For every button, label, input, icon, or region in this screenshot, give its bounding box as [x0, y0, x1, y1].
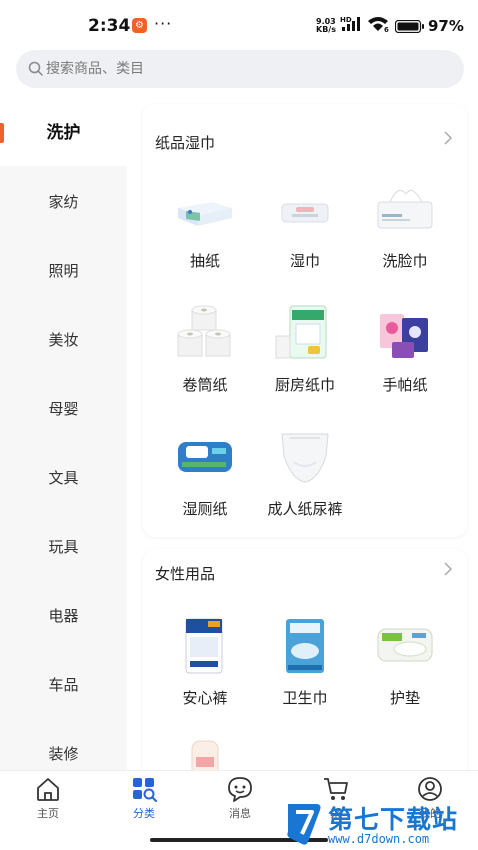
handkerchief-paper-image	[380, 314, 428, 358]
message-icon	[228, 777, 252, 802]
product-label: 卫生巾	[282, 689, 328, 707]
section-title: 女性用品	[155, 565, 216, 583]
chevron-right-icon[interactable]	[443, 561, 453, 577]
product-partial-image	[191, 740, 219, 770]
product-item-handkerchief[interactable]: 手帕纸	[355, 300, 455, 395]
product-label: 成人纸尿裤	[267, 500, 343, 518]
product-label: 安心裤	[182, 689, 228, 707]
sidebar-item-beauty[interactable]: 美妆	[0, 307, 127, 373]
category-sidebar: 洗护 家纺 照明 美妆 母婴 文具 玩具 电器 车品 装修	[0, 100, 127, 770]
wet-toilet-paper-image	[178, 442, 232, 472]
product-item-toilet-roll[interactable]: 卷筒纸	[155, 300, 255, 395]
signal-icon	[342, 17, 360, 31]
product-item-wet-wipes[interactable]: 湿巾	[255, 176, 355, 271]
sidebar-item-baby[interactable]: 母婴	[0, 376, 127, 442]
home-icon	[37, 778, 59, 801]
kitchen-paper-image	[275, 305, 327, 359]
product-label: 厨房纸巾	[274, 376, 335, 394]
battery-icon	[395, 20, 424, 33]
product-item-partial[interactable]	[155, 735, 255, 770]
tab-label: 主页	[37, 807, 59, 820]
product-item-kitchen-paper[interactable]: 厨房纸巾	[255, 300, 355, 395]
sidebar-item-lighting[interactable]: 照明	[0, 238, 127, 304]
product-label: 湿巾	[289, 252, 320, 270]
section-card-paper-wipes: 纸品湿巾 抽纸 湿巾 洗脸巾 卷筒纸 厨房纸巾 手帕纸 湿厕纸 成人纸尿裤	[143, 104, 467, 537]
toilet-roll-image	[177, 305, 231, 357]
sidebar-item-washcare[interactable]: 洗护	[0, 100, 127, 166]
product-label: 湿厕纸	[182, 500, 228, 518]
adult-diaper-image	[281, 433, 329, 483]
panty-liner-image	[377, 628, 433, 662]
wet-wipes-image	[281, 203, 329, 223]
product-item-sanitary-pad[interactable]: 卫生巾	[255, 613, 355, 708]
chevron-right-icon[interactable]	[443, 130, 453, 146]
product-label: 卷筒纸	[182, 376, 228, 394]
search-bar[interactable]	[16, 50, 464, 88]
product-item-adult-diaper[interactable]: 成人纸尿裤	[255, 424, 355, 519]
watermark-url: www.d7down.com	[328, 832, 430, 846]
clock: 2:34	[88, 16, 131, 36]
status-bar: 2:34 ⚙ ··· 9.03 KB/s HD 6 97%	[0, 0, 478, 46]
watermark-logo-icon	[287, 804, 321, 845]
network-speed: 9.03 KB/s	[316, 18, 336, 34]
watermark-title: 第七下载站	[328, 805, 459, 834]
wifi-generation: 6	[384, 26, 389, 34]
product-label: 抽纸	[189, 252, 220, 270]
safety-pants-image	[185, 618, 223, 674]
category-icon	[133, 778, 157, 802]
search-input[interactable]	[46, 50, 446, 88]
more-notifications-icon: ···	[154, 14, 173, 33]
product-item-panty-liner[interactable]: 护垫	[355, 613, 455, 708]
search-icon	[28, 61, 43, 76]
section-title: 纸品湿巾	[155, 134, 216, 152]
app-notification-icon: ⚙	[132, 18, 147, 33]
tab-home[interactable]: 主页	[0, 775, 96, 821]
category-content: 纸品湿巾 抽纸 湿巾 洗脸巾 卷筒纸 厨房纸巾 手帕纸 湿厕纸 成人纸尿裤 女性…	[127, 100, 478, 770]
product-label: 手帕纸	[382, 376, 428, 394]
sanitary-pad-image	[286, 619, 324, 673]
product-item-safety-pants[interactable]: 安心裤	[155, 613, 255, 708]
product-label: 护垫	[389, 689, 420, 707]
product-item-face-towel[interactable]: 洗脸巾	[355, 176, 455, 271]
sidebar-item-car[interactable]: 车品	[0, 652, 127, 718]
sidebar-item-appliances[interactable]: 电器	[0, 583, 127, 649]
tab-label: 消息	[229, 807, 251, 820]
watermark: 第七下载站 www.d7down.com	[286, 796, 476, 850]
tab-label: 分类	[133, 807, 155, 820]
product-label: 洗脸巾	[382, 252, 428, 270]
sidebar-item-textiles[interactable]: 家纺	[0, 169, 127, 235]
battery-level: 97%	[428, 17, 464, 35]
tab-category[interactable]: 分类	[96, 775, 192, 821]
network-speed-unit: KB/s	[316, 25, 336, 34]
sidebar-item-toys[interactable]: 玩具	[0, 514, 127, 580]
tissue-box-image	[178, 202, 232, 226]
product-item-wet-toilet-paper[interactable]: 湿厕纸	[155, 424, 255, 519]
tab-messages[interactable]: 消息	[192, 775, 288, 821]
product-item-tissue[interactable]: 抽纸	[155, 176, 255, 271]
section-card-feminine: 女性用品 安心裤 卫生巾 护垫	[143, 549, 467, 770]
sidebar-item-stationery[interactable]: 文具	[0, 445, 127, 511]
face-towel-image	[377, 189, 433, 229]
search-area	[0, 46, 478, 106]
